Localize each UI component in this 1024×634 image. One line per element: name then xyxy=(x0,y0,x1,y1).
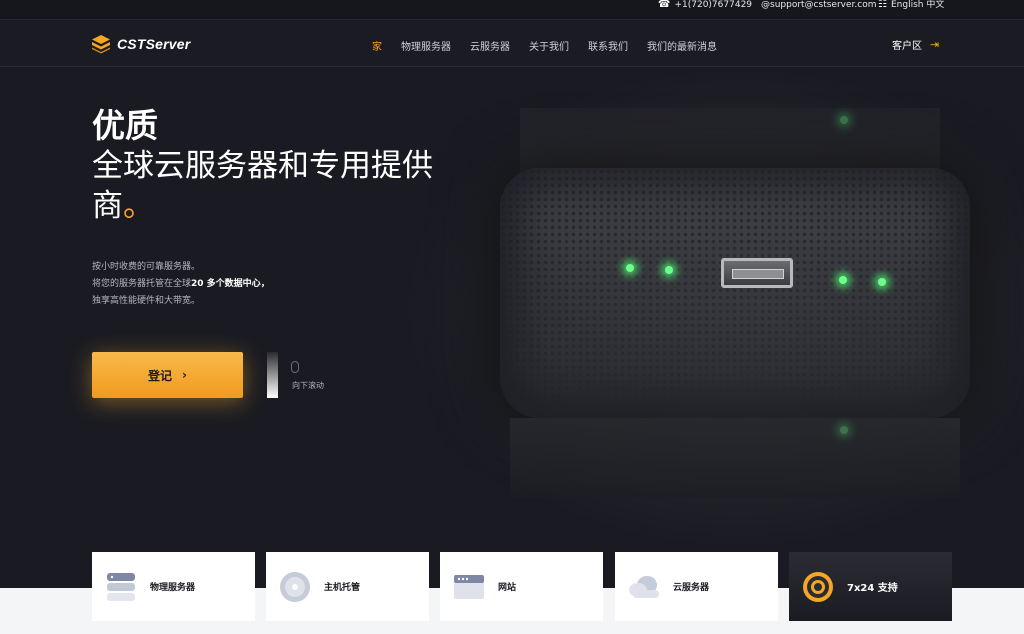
desc-line-1: 按小时收费的可靠服务器。 xyxy=(92,262,201,272)
lifebuoy-icon xyxy=(803,571,833,602)
headline-line-3-text: 商 xyxy=(92,188,123,224)
nav-menu: 家 物理服务器 云服务器 关于我们 联系我们 我们的最新消息 xyxy=(372,38,717,53)
login-arrow-icon: ⇥ xyxy=(930,38,940,51)
headline-line-2: 全球云服务器和专用提供 xyxy=(92,148,433,184)
desc-line-2-c: ， xyxy=(260,279,270,289)
status-led xyxy=(878,278,886,286)
top-info-bar: ☎ +1(720)7677429 @support@cstserver.com … xyxy=(0,0,1024,20)
headline-bold: 优质 xyxy=(92,106,158,145)
service-label: 网站 xyxy=(498,583,517,593)
status-led xyxy=(665,266,673,274)
translate-icon: ☷ xyxy=(878,0,887,10)
service-card-cloud-servers[interactable]: 云服务器 xyxy=(615,552,778,621)
client-area-link[interactable]: 客户区 ⇥ xyxy=(892,37,939,52)
chevron-right-icon: › xyxy=(182,368,187,382)
nav-item-about[interactable]: 关于我们 xyxy=(529,38,569,53)
cloud-icon xyxy=(629,575,659,598)
hero-headline: 优质 全球云服务器和专用提供 商。 xyxy=(92,106,492,226)
service-label: 7x24 支持 xyxy=(847,583,898,594)
disc-icon xyxy=(280,571,310,602)
scroll-down-label[interactable]: 向下滚动 xyxy=(292,380,324,391)
headline-dot: 。 xyxy=(123,188,154,224)
phone-contact[interactable]: ☎ +1(720)7677429 xyxy=(658,0,752,10)
desc-line-2-b: 20 多个数据中心 xyxy=(191,279,261,289)
status-led xyxy=(840,426,848,434)
server-image-bottom xyxy=(510,418,960,498)
browser-window-icon xyxy=(454,574,484,599)
phone-number: +1(720)7677429 xyxy=(674,0,753,10)
server-stack-icon xyxy=(107,572,135,601)
status-led xyxy=(839,276,847,284)
server-image xyxy=(500,168,970,418)
mouse-icon xyxy=(291,361,299,373)
service-label: 物理服务器 xyxy=(150,583,196,593)
language-switcher[interactable]: ☷ English 中文 xyxy=(878,0,944,10)
server-handle xyxy=(721,258,793,288)
register-button[interactable]: 登记 › xyxy=(92,352,243,398)
email-address: @support@cstserver.com xyxy=(761,0,877,10)
service-label: 主机托管 xyxy=(324,583,361,593)
nav-item-cloud-servers[interactable]: 云服务器 xyxy=(470,38,510,53)
brand-name: CSTServer xyxy=(117,36,191,52)
scroll-indicator-bar xyxy=(267,352,278,398)
desc-line-2: 将您的服务器托管在全球20 多个数据中心， xyxy=(92,276,270,293)
status-led xyxy=(626,264,634,272)
email-contact[interactable]: @support@cstserver.com xyxy=(761,0,876,10)
service-card-physical-servers[interactable]: 物理服务器 xyxy=(92,552,255,621)
phone-icon: ☎ xyxy=(658,0,671,10)
hero-section: 优质 全球云服务器和专用提供 商。 按小时收费的可靠服务器。 将您的服务器托管在… xyxy=(0,68,1024,634)
service-card-support[interactable]: 7x24 支持 xyxy=(789,552,952,621)
desc-line-2-a: 将您的服务器托管在全球 xyxy=(92,279,192,289)
service-card-website[interactable]: 网站 xyxy=(440,552,603,621)
desc-line-3: 独享高性能硬件和大带宽。 xyxy=(92,296,201,306)
headline-line-3: 商。 xyxy=(92,186,492,226)
register-label: 登记 xyxy=(148,368,173,383)
brand-logo[interactable]: CSTServer xyxy=(91,33,190,55)
main-nav: CSTServer 家 物理服务器 云服务器 关于我们 联系我们 我们的最新消息… xyxy=(0,21,1024,67)
cube-logo-icon xyxy=(92,35,110,54)
service-card-colocation[interactable]: 主机托管 xyxy=(266,552,429,621)
language-label: English 中文 xyxy=(890,0,945,10)
nav-item-news[interactable]: 我们的最新消息 xyxy=(647,38,717,53)
nav-item-physical-servers[interactable]: 物理服务器 xyxy=(401,38,451,53)
service-label: 云服务器 xyxy=(673,583,710,593)
client-area-label: 客户区 xyxy=(892,41,922,52)
status-led xyxy=(840,116,848,124)
nav-item-home[interactable]: 家 xyxy=(372,38,382,53)
hero-description: 按小时收费的可靠服务器。 将您的服务器托管在全球20 多个数据中心， 独享高性能… xyxy=(92,259,270,310)
nav-item-contact[interactable]: 联系我们 xyxy=(588,38,628,53)
